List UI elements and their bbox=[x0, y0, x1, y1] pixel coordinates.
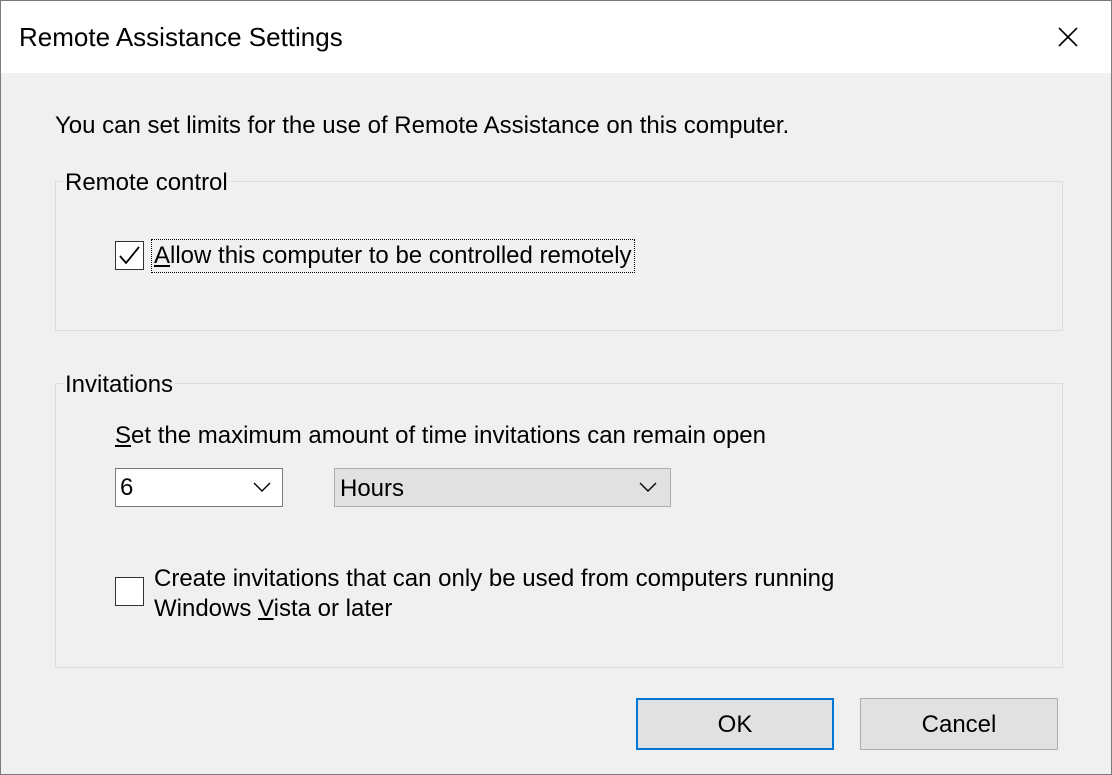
chevron-down-icon bbox=[253, 482, 271, 492]
remote-control-legend: Remote control bbox=[63, 168, 230, 198]
mnemonic-a: A bbox=[154, 242, 171, 269]
intro-text: You can set limits for the use of Remote… bbox=[55, 112, 790, 139]
duration-unit: Hours bbox=[340, 475, 405, 502]
vista-only-label[interactable]: Create invitations that can only be used… bbox=[154, 564, 834, 624]
ok-button[interactable]: OK bbox=[636, 698, 834, 750]
vista-label-suffix: ista or later bbox=[273, 595, 393, 622]
mnemonic-s: S bbox=[115, 422, 132, 449]
chevron-down-icon bbox=[639, 482, 657, 492]
close-button[interactable] bbox=[1043, 15, 1093, 59]
allow-remote-control-label[interactable]: Allow this computer to be controlled rem… bbox=[151, 239, 635, 273]
title-bar: Remote Assistance Settings bbox=[1, 1, 1111, 73]
close-icon bbox=[1058, 27, 1078, 47]
invitations-legend: Invitations bbox=[63, 370, 176, 400]
vista-only-label-line1: Create invitations that can only be used… bbox=[154, 565, 835, 592]
duration-value-select[interactable]: 6 bbox=[115, 468, 283, 507]
mnemonic-v: V bbox=[258, 595, 274, 622]
vista-only-label-line2: Windows Vista or later bbox=[154, 594, 834, 624]
duration-unit-select[interactable]: Hours bbox=[334, 468, 671, 507]
remote-assistance-dialog: Remote Assistance Settings You can set l… bbox=[0, 0, 1112, 775]
vista-only-checkbox[interactable] bbox=[115, 577, 144, 606]
allow-remote-control-label-text: llow this computer to be controlled remo… bbox=[170, 242, 632, 269]
max-time-label-text: et the maximum amount of time invitation… bbox=[131, 422, 766, 449]
window-title: Remote Assistance Settings bbox=[19, 22, 343, 52]
allow-remote-control-checkbox[interactable] bbox=[115, 241, 144, 270]
vista-label-prefix: Windows bbox=[154, 595, 259, 622]
cancel-button[interactable]: Cancel bbox=[860, 698, 1058, 750]
max-time-label: Set the maximum amount of time invitatio… bbox=[115, 421, 766, 451]
checkmark-icon bbox=[119, 246, 140, 265]
duration-value: 6 bbox=[120, 474, 134, 501]
